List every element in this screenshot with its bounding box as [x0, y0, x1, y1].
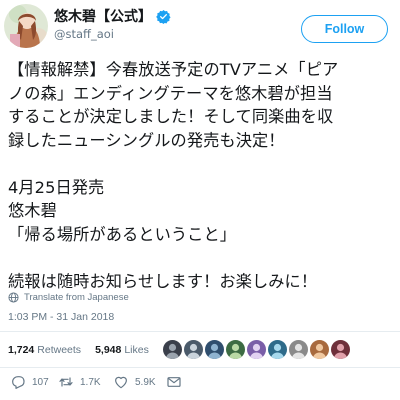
like-count: 5.9K	[135, 376, 156, 388]
user-avatar-icon	[225, 340, 245, 359]
tweet-line: 悠木碧	[8, 201, 57, 220]
liker-avatar[interactable]	[246, 340, 266, 359]
liker-avatar[interactable]	[267, 340, 287, 359]
user-avatar-icon	[162, 340, 182, 359]
user-avatar-icon	[288, 340, 308, 359]
direct-message-button[interactable]	[166, 374, 182, 390]
tweet-line-break	[8, 246, 396, 270]
retweets-label: Retweets	[37, 343, 82, 356]
retweet-icon	[59, 377, 73, 387]
tweet-line: 4月25日発売	[8, 177, 105, 197]
tweet-line: 【情報解禁】今春放送予定のTVアニメ「ピア	[8, 60, 339, 79]
likes-stat[interactable]: 5,948 Likes	[95, 344, 149, 356]
avatar[interactable]	[4, 4, 48, 48]
tweet-timestamp[interactable]: 1:03 PM - 31 Jan 2018	[8, 311, 114, 323]
user-avatar-icon	[330, 340, 350, 359]
envelope-icon	[167, 377, 181, 387]
likes-count: 5,948	[95, 343, 122, 356]
tweet-stats: 1,724 Retweets 5,948 Likes	[0, 332, 400, 367]
globe-icon	[8, 292, 19, 303]
liker-avatars	[162, 340, 350, 359]
liker-avatar[interactable]	[183, 340, 203, 359]
tweet-line: 「帰る場所があるということ」	[8, 224, 237, 244]
divider	[0, 367, 400, 368]
display-name[interactable]: 悠木碧【公式】	[54, 6, 152, 26]
tweet-line: することが決定しました！そして同楽曲を収	[8, 107, 334, 126]
name-row: 悠木碧【公式】	[54, 6, 171, 26]
translate-label[interactable]: Translate from Japanese	[24, 292, 129, 303]
reply-icon	[12, 376, 25, 389]
translate-link[interactable]: Translate from Japanese	[8, 292, 129, 303]
tweet-line: 続報は随時お知らせします！お楽しみに！	[8, 271, 318, 291]
liker-avatar[interactable]	[225, 340, 245, 359]
user-avatar-icon	[246, 340, 266, 359]
anime-character-avatar-icon	[4, 4, 48, 48]
liker-avatar[interactable]	[204, 340, 224, 359]
user-avatar-icon	[309, 340, 329, 359]
user-handle[interactable]: @staff_aoi	[54, 27, 114, 41]
reply-count: 107	[32, 376, 49, 388]
user-avatar-icon	[183, 340, 203, 359]
tweet-header: 悠木碧【公式】 @staff_aoi Follow	[0, 0, 400, 56]
tweet-actions: 107 1.7K 5.9K	[0, 370, 400, 398]
verified-badge-icon	[156, 9, 171, 24]
tweet-line: 録したニューシングルの発売も決定！	[8, 130, 285, 150]
user-avatar-icon	[267, 340, 287, 359]
user-avatar-icon	[204, 340, 224, 359]
tweet-text: 【情報解禁】今春放送予定のTVアニメ「ピア ノの森」エンディングテーマを悠木碧が担…	[8, 58, 396, 293]
liker-avatar[interactable]	[162, 340, 182, 359]
like-button[interactable]: 5.9K	[113, 374, 156, 390]
liker-avatar[interactable]	[309, 340, 329, 359]
liker-avatar[interactable]	[288, 340, 308, 359]
tweet-line: ノの森」エンディングテーマを悠木碧が担当	[8, 83, 333, 103]
retweet-button[interactable]: 1.7K	[58, 374, 101, 390]
heart-icon	[115, 376, 127, 389]
retweets-stat[interactable]: 1,724 Retweets	[8, 344, 81, 356]
liker-avatar[interactable]	[330, 340, 350, 359]
retweets-count: 1,724	[8, 343, 35, 356]
follow-button[interactable]: Follow	[301, 15, 388, 43]
reply-button[interactable]: 107	[10, 374, 49, 390]
tweet-line-break	[8, 152, 396, 176]
retweet-count: 1.7K	[80, 376, 101, 388]
likes-label: Likes	[124, 343, 149, 356]
